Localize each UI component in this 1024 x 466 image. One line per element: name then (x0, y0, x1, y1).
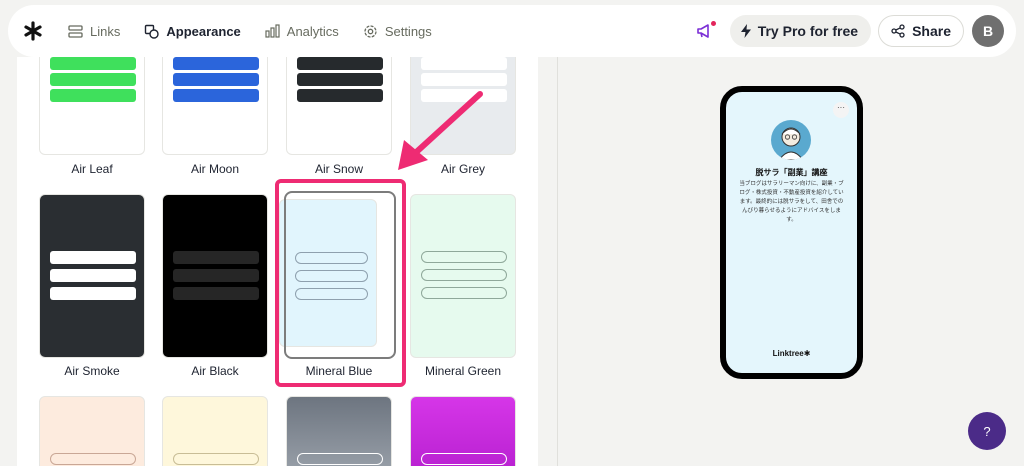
theme-name-label: Air Smoke (64, 364, 120, 378)
theme-button-sample (173, 251, 259, 264)
theme-preview-card[interactable] (286, 57, 392, 155)
panel-divider (557, 57, 558, 466)
theme-button-sample (421, 57, 507, 70)
theme-preview-card[interactable] (286, 396, 392, 466)
nav-appearance-label: Appearance (166, 23, 241, 39)
nav-settings-label: Settings (384, 23, 432, 39)
profile-name: 脱サラ「副業」講座 (755, 168, 828, 177)
theme-preview-card[interactable] (410, 396, 516, 466)
theme-button-sample (297, 73, 383, 86)
theme-button-sample (297, 89, 383, 102)
theme-button-sample (421, 73, 507, 86)
help-button[interactable]: ? (968, 412, 1006, 450)
theme-button-sample (50, 269, 136, 282)
linktree-brand[interactable]: Linktree✱ (726, 349, 857, 358)
theme-button-sample (50, 73, 136, 86)
theme-button-sample (421, 269, 507, 281)
theme-button-sample (173, 57, 259, 70)
theme-name-label: Air Snow (314, 162, 364, 176)
share-button[interactable]: Share (878, 15, 964, 47)
settings-gear-icon (364, 24, 377, 38)
more-options-button[interactable]: ··· (833, 102, 849, 118)
annotation-arrow (398, 91, 483, 170)
annotation-highlight-box (275, 179, 406, 387)
try-pro-label: Try Pro for free (757, 23, 859, 39)
theme-button-sample (50, 251, 136, 264)
top-navigation-bar: Links Appearance Analytics Settings Try … (8, 5, 1016, 57)
theme-preview-card[interactable] (162, 194, 268, 358)
theme-button-sample (297, 57, 383, 70)
user-avatar[interactable]: B (972, 15, 1004, 47)
theme-button-sample (50, 287, 136, 300)
theme-button-sample (173, 89, 259, 102)
profile-illustration-icon (778, 127, 804, 160)
appearance-icon (145, 24, 160, 39)
share-icon (891, 24, 905, 38)
nav-links[interactable]: Links (68, 24, 120, 39)
theme-preview-card[interactable] (162, 57, 268, 155)
nav-actions: Try Pro for free Share B (694, 15, 1004, 47)
nav-appearance[interactable]: Appearance (144, 23, 241, 39)
nav-settings[interactable]: Settings (363, 24, 432, 39)
profile-picture (771, 120, 811, 160)
theme-name-label: Air Leaf (71, 162, 113, 176)
theme-preview-card[interactable] (162, 396, 268, 466)
analytics-icon (265, 24, 280, 38)
theme-button-sample (173, 287, 259, 300)
theme-preview-card[interactable] (410, 194, 516, 358)
theme-preview-card[interactable] (39, 396, 145, 466)
share-label: Share (912, 23, 951, 39)
theme-button-sample (50, 57, 136, 70)
theme-button-sample (421, 287, 507, 299)
theme-button-sample (50, 453, 136, 465)
theme-name-label: Air Moon (190, 162, 240, 176)
theme-button-sample (421, 453, 507, 465)
theme-preview-card[interactable] (39, 57, 145, 155)
announcements-megaphone-icon[interactable] (694, 20, 716, 42)
try-pro-button[interactable]: Try Pro for free (729, 15, 872, 47)
nav-analytics-label: Analytics (286, 23, 339, 39)
linktree-logo-icon[interactable] (22, 20, 44, 42)
theme-name-label: Mineral Green (424, 364, 502, 378)
nav-links-label: Links (90, 23, 121, 39)
theme-button-sample (173, 269, 259, 282)
theme-button-sample (421, 251, 507, 263)
lightning-icon (740, 24, 751, 38)
notification-dot (710, 21, 716, 26)
theme-preview-card[interactable] (39, 194, 145, 358)
theme-name-label: Air Black (191, 364, 239, 378)
nav-analytics[interactable]: Analytics (265, 24, 339, 39)
profile-preview-phone: ··· 脱サラ「副業」講座 当ブログはサラリーマン向けに、副業・ブログ・株式投資… (720, 86, 863, 379)
theme-button-sample (50, 89, 136, 102)
theme-button-sample (173, 73, 259, 86)
theme-button-sample (173, 453, 259, 465)
links-icon (68, 24, 83, 38)
profile-bio: 当ブログはサラリーマン向けに、副業・ブログ・株式投資・不動産投資を紹介しています… (739, 181, 844, 223)
theme-button-sample (297, 453, 383, 465)
